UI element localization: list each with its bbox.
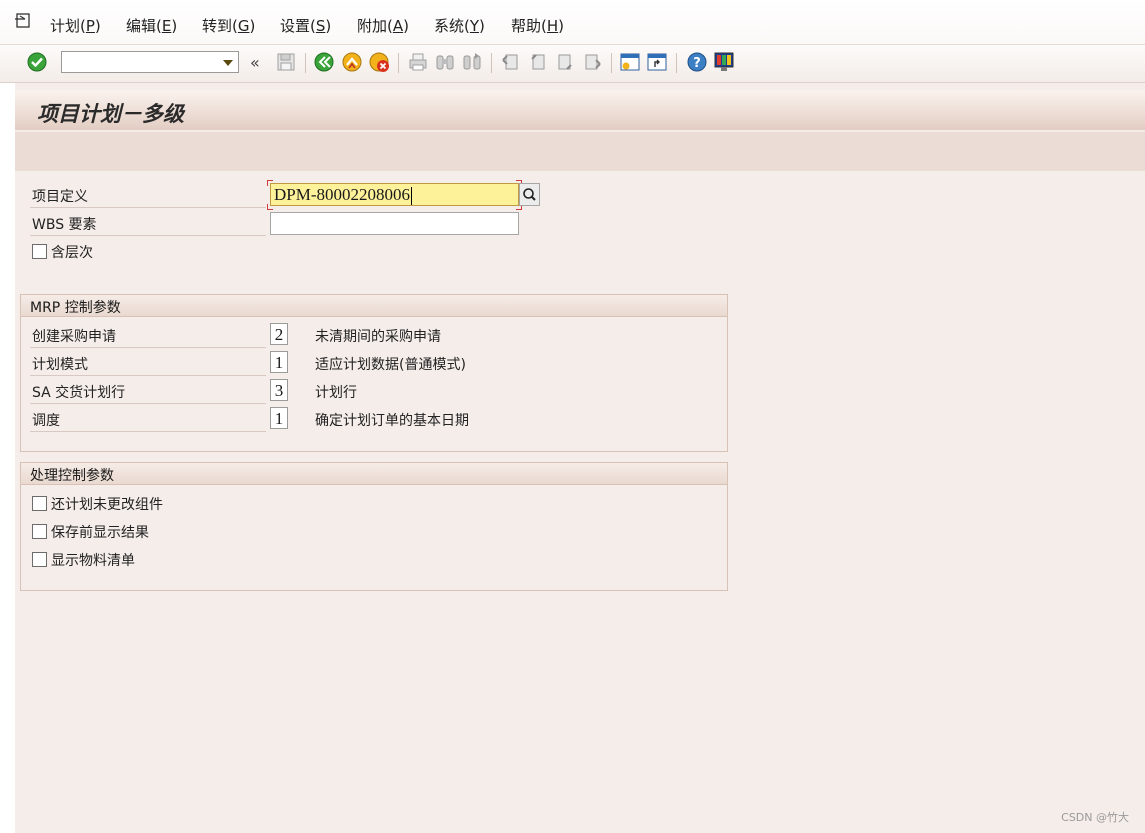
create-purchase-req-input[interactable]: 2 xyxy=(270,323,288,345)
scheduling-input[interactable]: 1 xyxy=(270,407,288,429)
menu-plan[interactable]: 计划(P) xyxy=(50,15,101,36)
option-label: 保存前显示结果 xyxy=(51,525,149,541)
replan-unchanged-checkbox[interactable] xyxy=(32,496,47,511)
mrp-row-label: 调度 xyxy=(32,413,60,429)
command-field[interactable] xyxy=(61,51,239,73)
processing-group-title: 处理控制参数 xyxy=(30,468,114,484)
customize-layout-icon[interactable] xyxy=(713,51,735,73)
sa-schedule-lines-input[interactable]: 3 xyxy=(270,379,288,401)
page-title: 项目计划－多级 xyxy=(37,101,184,126)
project-definition-input[interactable]: DPM-80002208006 xyxy=(270,183,519,206)
help-icon[interactable]: ? xyxy=(686,51,708,73)
menu-system[interactable]: 系统(Y) xyxy=(434,15,485,36)
next-page-icon[interactable] xyxy=(554,51,576,73)
cancel-icon[interactable] xyxy=(368,51,390,73)
new-session-icon[interactable] xyxy=(619,51,641,73)
menu-goto[interactable]: 转到(G) xyxy=(202,15,255,36)
option-label: 显示物料清单 xyxy=(51,553,135,569)
menu-settings[interactable]: 设置(S) xyxy=(280,15,331,36)
first-page-icon[interactable] xyxy=(500,51,522,73)
find-icon[interactable] xyxy=(434,51,456,73)
title-bar: 项目计划－多级 xyxy=(15,90,1145,130)
display-bom-checkbox[interactable] xyxy=(32,552,47,567)
search-help-button[interactable] xyxy=(519,183,540,206)
mrp-row-label: 创建采购申请 xyxy=(32,329,116,345)
find-next-icon[interactable] xyxy=(461,51,483,73)
save-icon[interactable] xyxy=(275,51,297,73)
mrp-row-desc: 适应计划数据(普通模式) xyxy=(315,357,466,373)
green-back-icon[interactable] xyxy=(313,51,335,73)
system-menu-icon[interactable] xyxy=(14,12,34,30)
search-icon xyxy=(523,188,536,201)
exit-icon[interactable] xyxy=(341,51,363,73)
application-toolbar xyxy=(15,131,1145,171)
mrp-row-label: 计划模式 xyxy=(32,357,88,373)
project-definition-label: 项目定义 xyxy=(32,189,88,205)
wbs-element-input[interactable] xyxy=(270,212,519,235)
watermark: CSDN @竹大 xyxy=(1061,811,1129,824)
mrp-row-label: SA 交货计划行 xyxy=(32,385,126,401)
print-icon[interactable] xyxy=(407,51,429,73)
with-hierarchy-label: 含层次 xyxy=(51,245,93,261)
option-label: 还计划未更改组件 xyxy=(51,497,163,513)
mrp-row-desc: 未清期间的采购申请 xyxy=(315,329,441,345)
menu-extras[interactable]: 附加(A) xyxy=(357,15,409,36)
wbs-element-label: WBS 要素 xyxy=(32,217,97,233)
mrp-row-desc: 确定计划订单的基本日期 xyxy=(315,413,469,429)
shortcut-icon[interactable] xyxy=(646,51,668,73)
last-page-icon[interactable] xyxy=(581,51,603,73)
menu-bar: 计划(P) 编辑(E) 转到(G) 设置(S) 附加(A) 系统(Y) 帮助(H… xyxy=(0,0,1145,45)
menu-edit[interactable]: 编辑(E) xyxy=(126,15,177,36)
mrp-group-title: MRP 控制参数 xyxy=(30,300,121,316)
display-results-checkbox[interactable] xyxy=(32,524,47,539)
enter-icon[interactable] xyxy=(26,51,48,73)
standard-toolbar: « ? xyxy=(0,45,1145,83)
prev-page-icon[interactable] xyxy=(527,51,549,73)
with-hierarchy-checkbox[interactable] xyxy=(32,244,47,259)
menu-help[interactable]: 帮助(H) xyxy=(511,15,564,36)
planning-mode-input[interactable]: 1 xyxy=(270,351,288,373)
double-chevron-left-icon[interactable]: « xyxy=(250,53,260,72)
svg-text:?: ? xyxy=(693,56,701,71)
chevron-down-icon[interactable] xyxy=(223,60,233,66)
left-edge xyxy=(0,83,15,833)
mrp-row-desc: 计划行 xyxy=(315,385,357,401)
